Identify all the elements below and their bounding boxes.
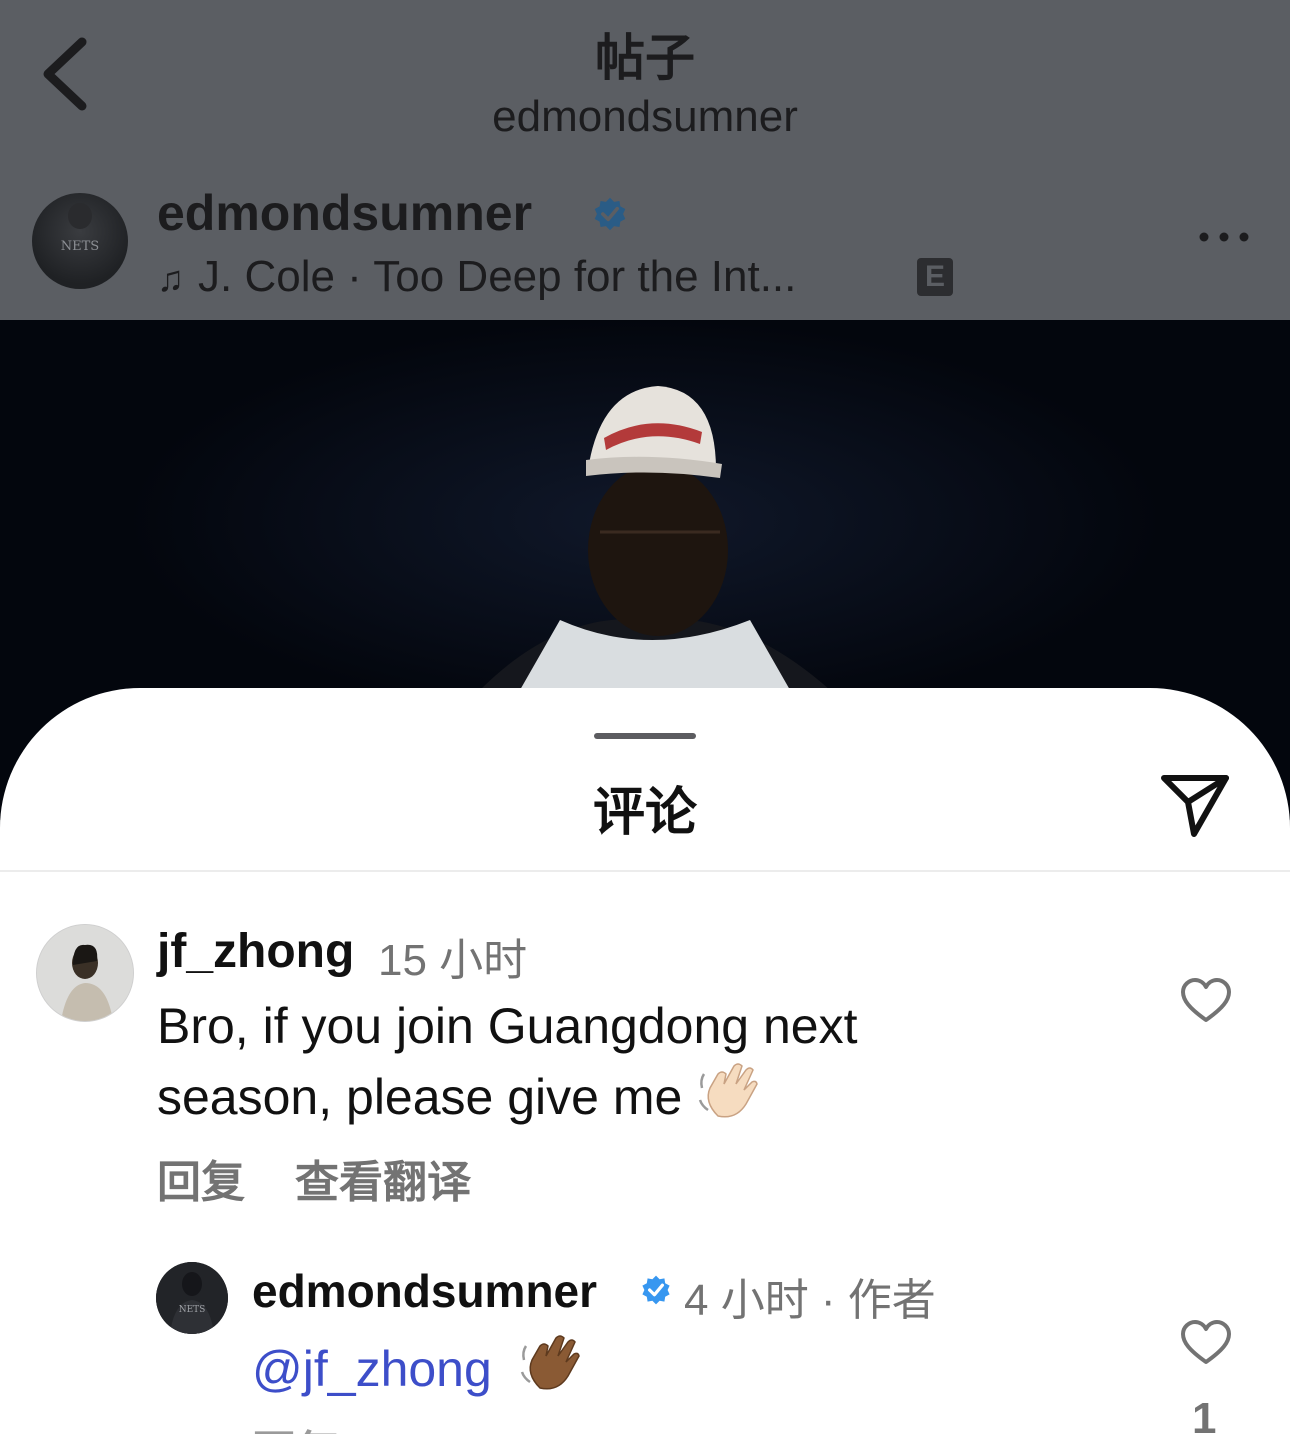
commenter-avatar[interactable] <box>36 924 134 1022</box>
reply-button[interactable]: 回复 <box>157 1158 245 1207</box>
reply-avatar-jersey-text: NETS <box>179 1305 206 1315</box>
page-title: 帖子 <box>595 30 695 86</box>
waving-hand-dark-icon <box>520 1335 580 1390</box>
page-subtitle: edmondsumner <box>492 92 798 141</box>
verified-badge-icon <box>594 197 626 231</box>
explicit-badge: E <box>917 258 953 296</box>
comment-text: Bro, if you join Guangdong next season, … <box>157 994 987 1129</box>
commenter-photo <box>37 925 133 1021</box>
sheet-drag-handle[interactable] <box>594 733 696 739</box>
comment-username[interactable]: jf_zhong <box>157 924 354 979</box>
post-music-info[interactable]: ♫ J. Cole · Too Deep for the Int... <box>157 252 796 302</box>
avatar-jersey-text: NETS <box>60 239 100 254</box>
like-heart-icon[interactable] <box>1181 1320 1231 1366</box>
sheet-divider <box>0 870 1290 872</box>
reply-username[interactable]: edmondsumner <box>252 1264 597 1318</box>
paper-plane-icon[interactable] <box>1160 772 1230 838</box>
post-header: 帖子 edmondsumner NETS edmondsumner ♫ J. Co… <box>0 0 1290 320</box>
reply-author-avatar[interactable]: NETS <box>156 1262 228 1334</box>
comment-time: 15 小时 <box>378 936 528 985</box>
more-options-icon[interactable] <box>1198 222 1250 252</box>
comments-title: 评论 <box>592 784 697 842</box>
post-author-username[interactable]: edmondsumner <box>157 184 532 242</box>
reply-author-photo: NETS <box>156 1262 228 1334</box>
waving-hand-light-icon <box>699 1063 759 1118</box>
verified-badge-icon <box>642 1275 670 1305</box>
reply-meta: 4 小时 · 作者 <box>684 1276 936 1325</box>
post-author-avatar[interactable]: NETS <box>32 193 128 289</box>
music-note-icon: ♫ <box>157 258 184 299</box>
screen: 帖子 edmondsumner NETS edmondsumner ♫ J. Co… <box>0 0 1290 1434</box>
music-track-text: J. Cole · Too Deep for the Int... <box>198 252 797 301</box>
like-count: 1 <box>1192 1394 1217 1434</box>
comments-sheet: 评论 jf_zhong 15 小时 Bro, if you join Guang… <box>0 688 1290 1434</box>
mention-link[interactable]: @jf_zhong <box>252 1341 492 1397</box>
reply-text: @jf_zhong <box>252 1330 584 1398</box>
see-translation-button[interactable]: 查看翻译 <box>295 1158 471 1207</box>
reply-button-partial[interactable]: 回复 <box>252 1416 340 1434</box>
comment-actions: 回复 查看翻译 <box>157 1146 521 1210</box>
like-heart-icon[interactable] <box>1181 978 1231 1024</box>
